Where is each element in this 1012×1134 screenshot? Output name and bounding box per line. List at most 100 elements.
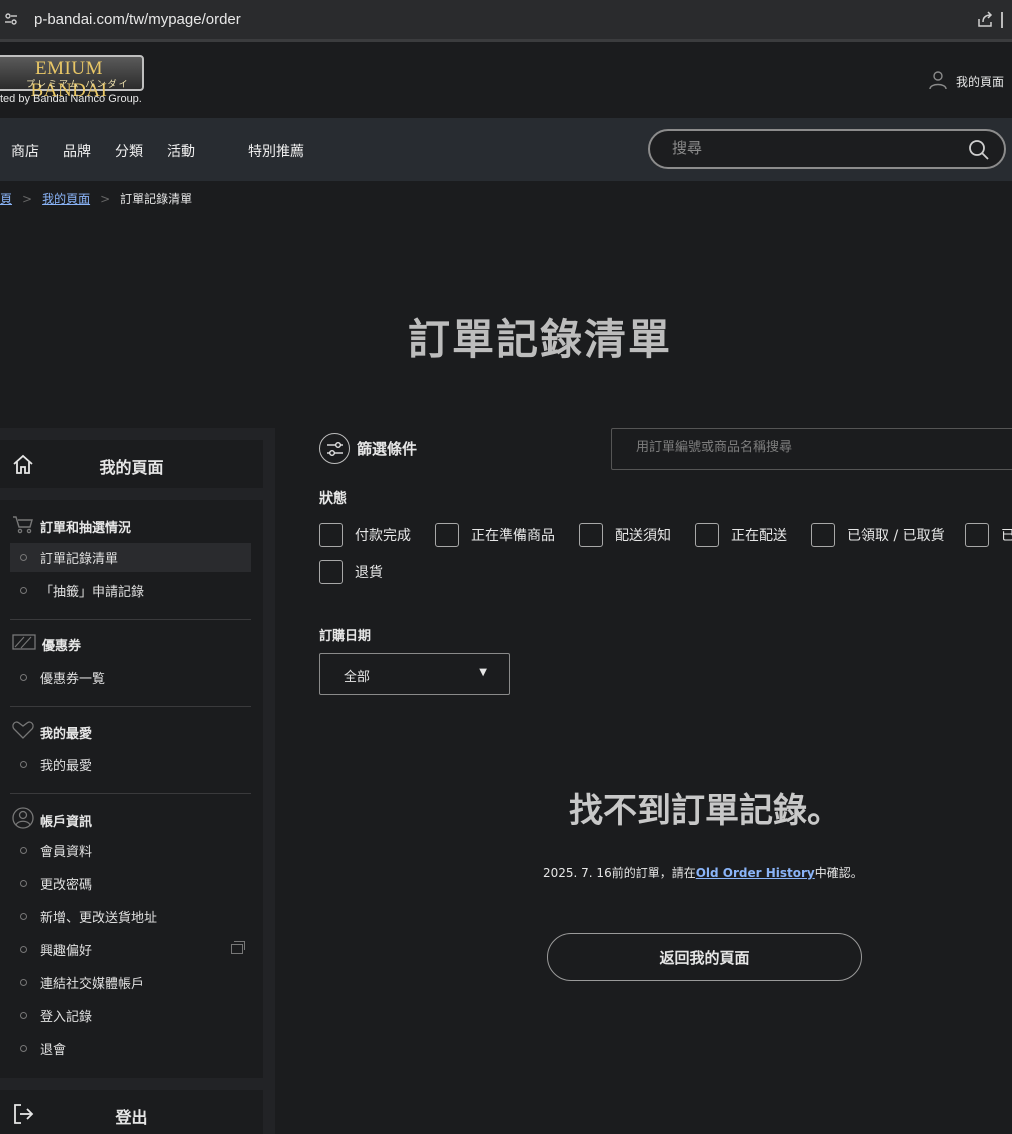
sidebar-link-withdraw[interactable]: 退會: [10, 1034, 251, 1063]
section-coupons: 優惠券: [12, 634, 81, 654]
order-date-label: 訂購日期: [319, 629, 372, 644]
header-mypage-link[interactable]: 我的頁面: [928, 70, 1004, 93]
heart-icon: [12, 721, 34, 743]
status-checkbox-shipping[interactable]: 正在配送: [695, 523, 787, 547]
site-search-box[interactable]: [648, 129, 1006, 169]
sidebar-link-password[interactable]: 更改密碼: [10, 869, 251, 898]
bullet-icon: [20, 761, 27, 768]
link-label: 訂單記錄清單: [40, 552, 119, 567]
url-text[interactable]: p-bandai.com/tw/mypage/order: [34, 11, 241, 28]
sidebar-link-favorites[interactable]: 我的最愛: [10, 750, 251, 779]
sidebar-link-login-history[interactable]: 登入記錄: [10, 1001, 251, 1030]
sidebar-home-label: 我的頁面: [99, 458, 164, 477]
bullet-icon: [20, 587, 27, 594]
checkbox[interactable]: [435, 523, 459, 547]
browser-address-bar[interactable]: p-bandai.com/tw/mypage/order: [0, 0, 1012, 42]
filter-title: 篩選條件: [357, 440, 418, 458]
mypage-sidebar: 我的頁面 訂單和抽選情況 訂單記錄清單 「抽籤」申請記錄 優惠券 優惠券一覧 我…: [0, 428, 275, 1134]
link-label: 連結社交媒體帳戶: [40, 977, 145, 992]
sidebar-link-order-history[interactable]: 訂單記錄清單: [10, 543, 251, 572]
status-checkbox-returned[interactable]: 退貨: [319, 560, 383, 584]
section-coupons-title: 優惠券: [42, 638, 82, 654]
checkbox-label: 正在配送: [731, 528, 787, 544]
sidebar-link-lottery[interactable]: 「抽籤」申請記錄: [10, 576, 251, 605]
section-account-title: 帳戶資訊: [40, 814, 93, 830]
link-label: 退會: [40, 1043, 67, 1058]
divider: [10, 706, 251, 707]
bullet-icon: [20, 880, 27, 887]
cart-icon: [12, 514, 34, 538]
page-title: 訂單記錄清單: [407, 315, 672, 364]
breadcrumb-mypage[interactable]: 我的頁面: [42, 190, 90, 207]
filter-sliders-icon: [319, 433, 350, 464]
checkbox[interactable]: [319, 560, 343, 584]
user-icon: [928, 70, 948, 93]
link-label: 會員資料: [40, 845, 93, 860]
breadcrumb-home[interactable]: 頁: [0, 190, 12, 207]
status-checkbox-received[interactable]: 已領取 / 已取貨: [811, 523, 945, 547]
breadcrumb-current: 訂單記錄清單: [120, 192, 193, 206]
section-account: 帳戶資訊: [12, 807, 92, 833]
sidebar-link-profile[interactable]: 會員資料: [10, 836, 251, 865]
empty-state-note: 2025. 7. 16前的訂單，請在Old Order History中確認。: [543, 864, 863, 881]
filter-toggle-button[interactable]: 篩選條件: [319, 433, 417, 464]
share-icon[interactable]: [976, 11, 994, 29]
link-label: 我的最愛: [40, 759, 93, 774]
link-label: 更改密碼: [40, 878, 93, 893]
checkbox-label: 配送須知: [615, 528, 671, 544]
mypage-label: 我的頁面: [955, 75, 1004, 89]
sidebar-link-interests[interactable]: 興趣偏好: [10, 935, 251, 964]
site-settings-icon[interactable]: [4, 12, 20, 28]
bullet-icon: [20, 1012, 27, 1019]
sidebar-logout[interactable]: 登出: [0, 1090, 263, 1134]
divider: [10, 619, 251, 620]
nav-featured[interactable]: 特別推薦: [248, 141, 304, 161]
external-link-icon: [231, 941, 245, 954]
bullet-icon: [20, 847, 27, 854]
sidebar-link-address[interactable]: 新增、更改送貨地址: [10, 902, 251, 931]
note-prefix: 2025. 7. 16前的訂單，請在: [543, 866, 696, 880]
status-checkbox-paid[interactable]: 付款完成: [319, 523, 411, 547]
nav-events[interactable]: 活動: [167, 141, 195, 161]
order-search-input[interactable]: [636, 440, 1006, 455]
chevron-right-icon: >: [100, 191, 111, 206]
checkbox[interactable]: [695, 523, 719, 547]
status-checkbox-preparing[interactable]: 正在準備商品: [435, 523, 555, 547]
checkbox[interactable]: [811, 523, 835, 547]
nav-shop[interactable]: 商店: [11, 141, 39, 161]
status-checkbox-more[interactable]: 已: [965, 523, 1012, 547]
old-order-history-link[interactable]: Old Order History: [696, 866, 815, 880]
site-search-input[interactable]: [672, 139, 952, 157]
bullet-icon: [20, 946, 27, 953]
sidebar-home[interactable]: 我的頁面: [0, 440, 263, 488]
note-suffix: 中確認。: [814, 866, 863, 880]
logo-subtext: プレミアム バンダイ: [26, 80, 130, 90]
status-label: 狀態: [319, 491, 347, 507]
order-date-select[interactable]: 全部 ▼: [319, 653, 510, 695]
section-favorites: 我的最愛: [12, 721, 92, 743]
coupon-icon: [12, 634, 36, 654]
checkbox[interactable]: [579, 523, 603, 547]
checkbox[interactable]: [965, 523, 989, 547]
sidebar-link-social[interactable]: 連結社交媒體帳戶: [10, 968, 251, 997]
caret-down-icon: ▼: [479, 667, 487, 678]
nav-category[interactable]: 分類: [115, 141, 143, 161]
order-search-box[interactable]: [611, 428, 1012, 470]
empty-state-title: 找不到訂單記錄。: [569, 791, 841, 831]
breadcrumb: 頁 > 我的頁面 > 訂單記錄清單: [0, 190, 192, 207]
sidebar-link-coupon-list[interactable]: 優惠券一覧: [10, 663, 251, 692]
link-label: 興趣偏好: [40, 944, 93, 959]
link-label: 優惠券一覧: [40, 672, 106, 687]
back-to-mypage-button[interactable]: 返回我的頁面: [547, 933, 862, 981]
search-icon[interactable]: [968, 139, 990, 165]
checkbox-label: 已: [1001, 528, 1012, 544]
checkbox-label: 已領取 / 已取貨: [847, 528, 945, 544]
link-label: 新增、更改送貨地址: [40, 911, 158, 926]
checkbox-label: 付款完成: [355, 528, 411, 544]
bullet-icon: [20, 674, 27, 681]
premium-bandai-logo[interactable]: EMIUM BANDAI プレミアム バンダイ: [0, 55, 144, 101]
checkbox[interactable]: [319, 523, 343, 547]
nav-brand[interactable]: 品牌: [63, 141, 91, 161]
status-checkbox-notice[interactable]: 配送須知: [579, 523, 671, 547]
text-cursor: [1001, 12, 1003, 28]
